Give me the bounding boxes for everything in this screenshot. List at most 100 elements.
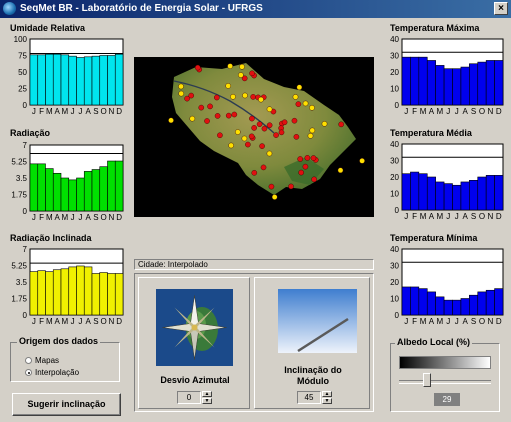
- red-marker[interactable]: [251, 125, 257, 131]
- red-marker[interactable]: [250, 94, 256, 100]
- bar: [443, 68, 453, 106]
- yellow-marker[interactable]: [321, 121, 328, 127]
- yellow-marker[interactable]: [307, 133, 314, 139]
- month-label: A: [85, 107, 91, 116]
- red-marker[interactable]: [261, 125, 268, 132]
- red-marker[interactable]: [194, 64, 201, 71]
- month-label: O: [479, 212, 485, 221]
- red-marker[interactable]: [198, 104, 205, 111]
- red-marker[interactable]: [214, 113, 221, 119]
- yellow-marker[interactable]: [266, 150, 273, 157]
- tilt-angle-icon[interactable]: [278, 289, 357, 353]
- radio-interpolacao-label: Interpolação: [35, 368, 80, 377]
- yellow-marker[interactable]: [228, 142, 234, 149]
- bar: [52, 172, 62, 212]
- red-marker[interactable]: [266, 122, 273, 129]
- desvio-up-icon[interactable]: ▲: [202, 391, 212, 397]
- yellow-marker[interactable]: [266, 106, 273, 113]
- red-marker[interactable]: [256, 121, 263, 127]
- desvio-value[interactable]: 0: [177, 391, 201, 404]
- red-marker[interactable]: [297, 156, 303, 162]
- yellow-marker[interactable]: [238, 72, 244, 78]
- yellow-marker[interactable]: [292, 94, 299, 100]
- yellow-marker[interactable]: [296, 84, 303, 91]
- bar: [460, 181, 470, 211]
- red-marker[interactable]: [278, 129, 285, 136]
- red-marker[interactable]: [207, 103, 213, 110]
- month-label: A: [85, 213, 91, 222]
- yellow-marker[interactable]: [309, 105, 315, 111]
- red-marker[interactable]: [259, 143, 265, 149]
- yellow-marker[interactable]: [359, 158, 365, 164]
- sugerir-inclinacao-button[interactable]: Sugerir inclinação: [12, 393, 121, 416]
- red-marker[interactable]: [293, 134, 300, 140]
- yellow-marker[interactable]: [241, 135, 248, 142]
- red-marker[interactable]: [249, 70, 255, 77]
- month-label: O: [479, 107, 485, 116]
- yellow-marker[interactable]: [189, 115, 196, 122]
- red-marker[interactable]: [251, 170, 258, 176]
- red-marker[interactable]: [288, 183, 294, 190]
- bar: [52, 53, 62, 106]
- yellow-marker[interactable]: [242, 92, 248, 99]
- yellow-marker[interactable]: [239, 63, 245, 70]
- sao-paulo-map[interactable]: [134, 57, 374, 217]
- bar: [452, 68, 462, 106]
- red-marker[interactable]: [273, 132, 279, 138]
- red-marker[interactable]: [310, 155, 317, 161]
- yellow-marker[interactable]: [258, 96, 264, 103]
- radio-mapas-icon[interactable]: [25, 357, 32, 364]
- bar: [418, 288, 428, 316]
- red-marker[interactable]: [188, 92, 195, 99]
- red-marker[interactable]: [291, 117, 298, 124]
- red-marker[interactable]: [268, 183, 275, 190]
- yellow-marker[interactable]: [271, 194, 278, 200]
- radio-mapas[interactable]: Mapas: [25, 356, 59, 365]
- red-marker[interactable]: [217, 132, 223, 139]
- red-marker[interactable]: [248, 133, 255, 140]
- bar: [460, 66, 470, 106]
- red-marker[interactable]: [260, 164, 267, 171]
- radio-interpolacao[interactable]: Interpolação: [25, 368, 79, 377]
- albedo-slider-track[interactable]: [399, 380, 491, 384]
- radio-interpolacao-icon[interactable]: [25, 369, 32, 376]
- red-marker[interactable]: [281, 119, 288, 126]
- red-marker[interactable]: [304, 155, 311, 161]
- yellow-marker[interactable]: [168, 117, 174, 124]
- red-marker[interactable]: [249, 115, 255, 122]
- red-marker[interactable]: [338, 121, 344, 128]
- red-marker[interactable]: [214, 94, 220, 101]
- yellow-marker[interactable]: [225, 83, 231, 89]
- red-marker[interactable]: [311, 176, 317, 183]
- yellow-marker[interactable]: [309, 127, 316, 134]
- close-button[interactable]: ×: [494, 2, 508, 15]
- red-marker[interactable]: [298, 169, 304, 176]
- temp-max-chart: 403020100J F M A M J J A S O N D: [390, 35, 504, 116]
- yellow-marker[interactable]: [302, 100, 309, 107]
- bar: [91, 273, 101, 316]
- desvio-down-icon[interactable]: ▼: [202, 398, 212, 404]
- yellow-marker[interactable]: [178, 83, 184, 90]
- yellow-marker[interactable]: [227, 63, 233, 69]
- yellow-marker[interactable]: [230, 93, 236, 100]
- compass-rose-icon[interactable]: [156, 289, 233, 366]
- red-marker[interactable]: [245, 141, 251, 148]
- month-label: J: [71, 107, 75, 116]
- yellow-marker[interactable]: [337, 167, 344, 174]
- inclinacao-down-icon[interactable]: ▼: [322, 398, 332, 404]
- radio-mapas-label: Mapas: [35, 356, 60, 365]
- red-marker[interactable]: [225, 112, 232, 119]
- red-marker[interactable]: [231, 111, 238, 118]
- red-marker[interactable]: [295, 101, 302, 107]
- y-tick-label: 1.75: [11, 295, 27, 304]
- temp-min-chart: 403020100J F M A M J J A S O N D: [390, 245, 504, 326]
- red-marker[interactable]: [302, 163, 309, 170]
- month-label: N: [108, 107, 114, 116]
- inclinacao-up-icon[interactable]: ▲: [322, 391, 332, 397]
- albedo-slider-thumb[interactable]: [423, 373, 432, 387]
- red-marker[interactable]: [204, 118, 210, 124]
- yellow-marker[interactable]: [235, 129, 241, 135]
- month-label: J: [404, 317, 408, 326]
- inclinacao-value[interactable]: 45: [297, 391, 321, 404]
- yellow-marker[interactable]: [178, 90, 185, 97]
